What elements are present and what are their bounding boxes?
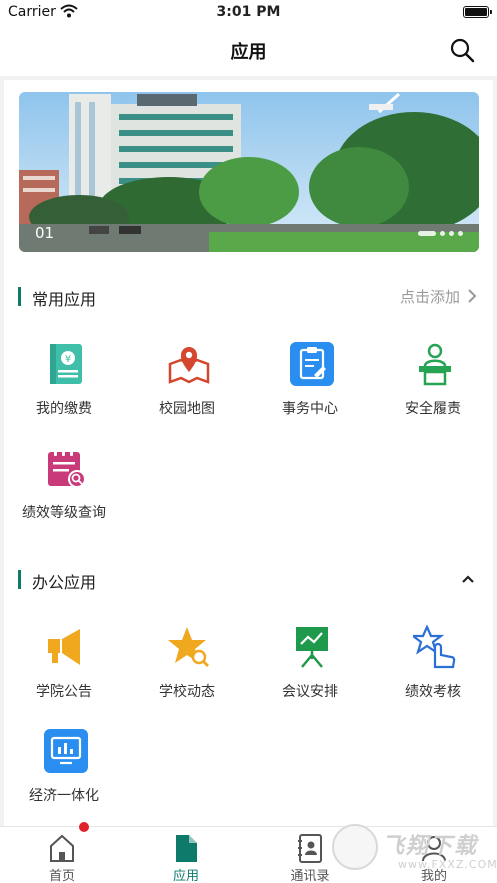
search-icon[interactable] (449, 37, 475, 63)
add-app-link[interactable]: 点击添加 (400, 286, 460, 307)
watermark-url: www.FXXZ.COM (398, 858, 497, 871)
document-icon (176, 835, 197, 862)
app-label: 学院公告 (36, 684, 92, 700)
banner-dot[interactable] (449, 231, 454, 236)
notification-badge (79, 822, 89, 832)
app-label: 绩效等级查询 (22, 505, 106, 521)
page-title: 应用 (230, 42, 267, 63)
person-podium-icon (419, 343, 451, 386)
tab-home[interactable]: 首页 (22, 831, 102, 883)
chevron-right-icon[interactable] (466, 288, 478, 304)
banner-dot[interactable] (440, 231, 445, 236)
scroll-content[interactable]: 01 常用应用 点击添加 ¥ 我的缴费 校园地图 事务中心 安全履责 绩效等级查… (0, 76, 497, 826)
office-apps-title: 办公应用 (32, 573, 97, 592)
site-watermark: 飞翔下载 www.FXXZ.COM (332, 824, 497, 882)
banner-dot[interactable] (418, 231, 436, 236)
star-hand-icon (413, 625, 456, 669)
presentation-board-icon (296, 627, 328, 668)
calendar-search-icon (48, 448, 86, 488)
home-icon (50, 834, 74, 862)
watermark-title: 飞翔下载 (382, 834, 479, 859)
tab-label: 首页 (48, 869, 75, 883)
app-label: 我的缴费 (36, 401, 92, 417)
app-label: 经济一体化 (29, 788, 99, 804)
section-accent-bar (18, 570, 21, 589)
star-search-icon (168, 627, 209, 667)
tab-label: 应用 (172, 869, 199, 883)
app-meeting-schedule[interactable]: 会议安排 (250, 625, 370, 705)
navigation-bar: 应用 (0, 26, 497, 76)
app-performance-grade[interactable]: 绩效等级查询 (4, 446, 124, 526)
app-label: 绩效考核 (405, 684, 461, 700)
megaphone-icon (48, 629, 80, 665)
app-campus-map[interactable]: 校园地图 (127, 342, 247, 422)
app-my-payment[interactable]: ¥ 我的缴费 (4, 342, 124, 422)
office-apps-card: 办公应用 学院公告 学校动态 会议安排 绩效考核 经济一体化 (4, 549, 493, 826)
banner-dot[interactable] (458, 231, 463, 236)
map-pin-icon (168, 347, 210, 384)
app-economic-integration[interactable]: 经济一体化 (4, 729, 124, 809)
campus-banner[interactable]: 01 (19, 92, 479, 252)
app-label: 校园地图 (159, 401, 215, 417)
status-bar: Carrier 3:01 PM (0, 0, 497, 26)
clock: 3:01 PM (216, 4, 281, 20)
app-school-news[interactable]: 学校动态 (127, 625, 247, 705)
section-accent-bar (18, 287, 21, 306)
svg-text:¥: ¥ (65, 354, 71, 365)
watermark-logo (332, 824, 378, 870)
battery-tip (490, 10, 492, 14)
app-affairs-center[interactable]: 事务中心 (250, 342, 370, 422)
app-performance-review[interactable]: 绩效考核 (373, 625, 493, 705)
monitor-chart-icon (44, 729, 88, 773)
app-label: 学校动态 (159, 684, 215, 700)
chevron-up-icon[interactable] (462, 571, 474, 587)
tab-apps[interactable]: 应用 (146, 831, 226, 883)
battery-icon (463, 6, 489, 18)
common-apps-card: 01 常用应用 点击添加 ¥ 我的缴费 校园地图 事务中心 安全履责 绩效等级查… (4, 80, 493, 608)
common-apps-header: 常用应用 点击添加 (18, 285, 478, 309)
campus-photo (19, 92, 479, 252)
app-college-notice[interactable]: 学院公告 (4, 625, 124, 705)
app-safety-duty[interactable]: 安全履责 (373, 342, 493, 422)
common-apps-title: 常用应用 (32, 290, 97, 309)
banner-page-number: 01 (35, 224, 55, 242)
app-label: 会议安排 (282, 684, 338, 700)
payment-book-icon: ¥ (50, 344, 82, 384)
office-apps-header[interactable]: 办公应用 (18, 568, 478, 592)
app-label: 安全履责 (405, 401, 461, 417)
app-label: 事务中心 (282, 401, 338, 417)
banner-pager[interactable] (418, 231, 463, 236)
clipboard-icon (290, 342, 334, 386)
contacts-icon (298, 834, 322, 863)
